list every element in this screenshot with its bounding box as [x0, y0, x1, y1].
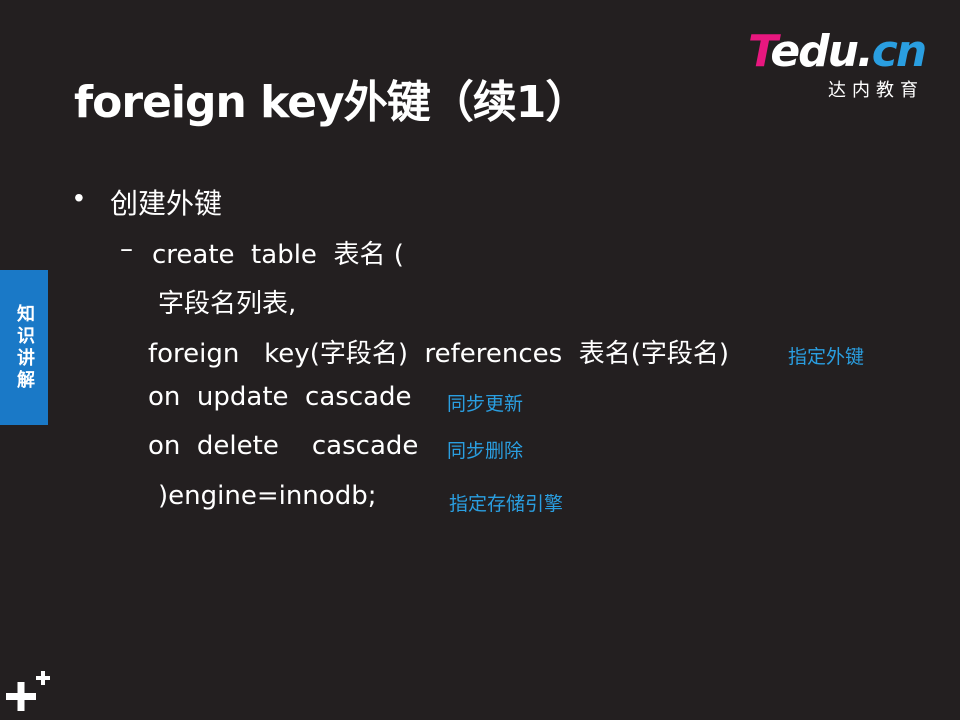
side-tab: 知识讲解	[0, 270, 48, 425]
logo-subtitle: 达内教育	[828, 80, 924, 101]
plus-icon	[6, 671, 50, 711]
code-line-fields: 字段名列表,	[158, 289, 297, 319]
logo-letters-cn: cn	[871, 26, 927, 77]
note-foreign-key: 指定外键	[788, 346, 865, 368]
slide: foreign key外键（续1） Tedu.cn 达内教育 知识讲解 • 创建…	[0, 0, 960, 720]
code-line-on-delete: on delete cascade	[148, 431, 419, 461]
logo-letter-t: T	[748, 26, 772, 77]
code-line-engine: )engine=innodb;	[158, 481, 377, 511]
note-delete: 同步删除	[447, 440, 524, 462]
side-tab-label: 知识讲解	[14, 303, 35, 392]
logo-letters: edu.	[770, 26, 873, 77]
bullet-symbol: •	[74, 182, 84, 213]
logo-wordmark: Tedu.cn	[748, 26, 927, 77]
code-line-foreign-key: foreign key(字段名) references 表名(字段名)	[148, 339, 730, 369]
note-engine: 指定存储引擎	[449, 493, 564, 515]
note-update: 同步更新	[447, 393, 524, 415]
bullet-text: 创建外键	[110, 188, 223, 219]
code-line-on-update: on update cascade	[148, 382, 412, 412]
sub-bullet-dash: –	[120, 234, 133, 264]
code-line-create-table: create table 表名 (	[152, 240, 404, 270]
slide-title: foreign key外键（续1）	[74, 77, 589, 128]
tedu-logo: Tedu.cn 达内教育	[748, 26, 928, 102]
